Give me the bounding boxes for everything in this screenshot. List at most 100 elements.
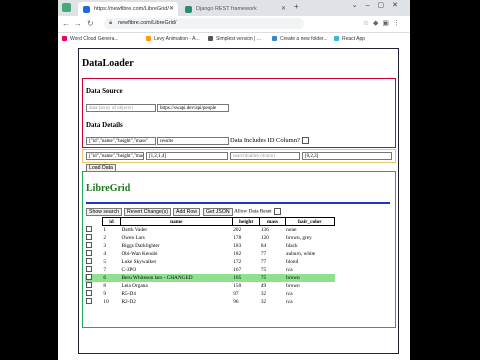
bookmark-item[interactable]: Create a new folder... bbox=[272, 33, 328, 45]
table-row[interactable]: 10 R2-D2 96 32 n/a bbox=[85, 297, 335, 306]
column-header-id[interactable]: id bbox=[101, 217, 121, 226]
cell-height[interactable]: 165 bbox=[232, 273, 260, 282]
table-row[interactable]: 1 Darth Vader 202 136 none bbox=[85, 225, 335, 234]
cell-mass[interactable]: 49 bbox=[260, 282, 285, 290]
cell-id[interactable]: 8 bbox=[102, 282, 120, 290]
cell-hair-color[interactable]: brown bbox=[285, 282, 334, 290]
allow-reset-checkbox[interactable] bbox=[273, 208, 281, 215]
window-controls[interactable]: ⌄–▢✕ bbox=[352, 1, 406, 9]
path-input[interactable]: results bbox=[157, 137, 229, 145]
cell-id[interactable]: 3 bbox=[102, 242, 120, 250]
cell-height[interactable]: 202 bbox=[232, 226, 260, 234]
options-columns-input[interactable]: ["id","name","height","mass", bbox=[86, 152, 144, 160]
cell-mass[interactable]: 32 bbox=[260, 298, 285, 306]
row-checkbox[interactable] bbox=[86, 233, 92, 240]
cell-height[interactable]: 182 bbox=[232, 250, 260, 258]
options-search-input[interactable]: search(table|column) bbox=[230, 152, 300, 160]
cell-name[interactable]: R5-D4 bbox=[120, 290, 232, 298]
cell-id[interactable]: 1 bbox=[102, 226, 120, 234]
close-tab-icon[interactable]: ✕ bbox=[169, 2, 174, 16]
cell-mass[interactable]: 32 bbox=[260, 290, 285, 298]
row-checkbox[interactable] bbox=[86, 257, 92, 264]
cell-name[interactable]: Owen Lars bbox=[120, 234, 232, 242]
table-row[interactable]: 8 Leia Organa 150 49 brown bbox=[85, 281, 335, 290]
table-row[interactable]: 4 Obi-Wan Kenobi 182 77 auburn, white bbox=[85, 249, 335, 258]
cell-mass[interactable]: 77 bbox=[260, 250, 285, 258]
row-checkbox[interactable] bbox=[86, 289, 92, 296]
table-row[interactable]: 7 C-3PO 167 75 n/a bbox=[85, 265, 335, 274]
cell-hair-color[interactable]: blond bbox=[285, 258, 334, 266]
cell-height[interactable]: 97 bbox=[232, 290, 260, 298]
new-tab-icon[interactable]: + bbox=[294, 2, 299, 11]
row-checkbox[interactable] bbox=[86, 273, 92, 280]
id-column-checkbox[interactable] bbox=[301, 137, 309, 145]
back-icon[interactable]: ← bbox=[62, 19, 70, 28]
tab-active[interactable]: https://newfibre.com/LibreGrid/ ✕ bbox=[78, 2, 178, 16]
table-row[interactable]: 5 Luke Skywalker 172 77 blond bbox=[85, 257, 335, 266]
cell-id[interactable]: 9 bbox=[102, 290, 120, 298]
cell-hair-color[interactable]: black bbox=[285, 242, 334, 250]
table-row[interactable]: 2 Owen Lars 178 120 brown, grey bbox=[85, 233, 335, 242]
cell-height[interactable]: 178 bbox=[232, 234, 260, 242]
get-json-button[interactable]: Get JSON bbox=[203, 208, 233, 216]
cell-hair-color[interactable]: none bbox=[285, 226, 334, 234]
cell-name[interactable]: Leia Organa bbox=[120, 282, 232, 290]
cell-mass[interactable]: 120 bbox=[260, 234, 285, 242]
row-checkbox[interactable] bbox=[86, 297, 92, 304]
bookmark-item[interactable]: Simplest version | ... bbox=[208, 33, 261, 45]
column-header-height[interactable]: height bbox=[231, 217, 261, 226]
address-bar[interactable]: 🔒︎ newfibre.com/LibreGrid/ bbox=[104, 18, 304, 29]
cell-mass[interactable]: 75 bbox=[260, 266, 285, 274]
extension-icons[interactable]: ☆◆▣⋮ bbox=[363, 19, 404, 27]
source-url-input[interactable]: https://swapi.dev/api/people bbox=[157, 104, 229, 112]
show-search-button[interactable]: Show search bbox=[86, 208, 122, 216]
cell-height[interactable]: 150 bbox=[232, 282, 260, 290]
column-header-hair-color[interactable]: hair_color bbox=[284, 217, 336, 226]
cell-name[interactable]: R2-D2 bbox=[120, 298, 232, 306]
cell-hair-color[interactable]: auburn, white bbox=[285, 250, 334, 258]
row-checkbox[interactable] bbox=[86, 225, 92, 232]
row-checkbox[interactable] bbox=[86, 265, 92, 272]
cell-name[interactable]: Biggs Darklighter bbox=[120, 242, 232, 250]
cell-name[interactable]: C-3PO bbox=[120, 266, 232, 274]
cell-name[interactable]: Obi-Wan Kenobi bbox=[120, 250, 232, 258]
cell-height[interactable]: 183 bbox=[232, 242, 260, 250]
row-checkbox[interactable] bbox=[86, 249, 92, 256]
table-row[interactable]: 9 R5-D4 97 32 n/a bbox=[85, 289, 335, 298]
cell-height[interactable]: 172 bbox=[232, 258, 260, 266]
cell-name[interactable]: Darth Vader bbox=[120, 226, 232, 234]
table-row[interactable]: 6 Beru Whitesun lars - CHANGED 165 75 brown bbox=[85, 273, 335, 282]
reload-icon[interactable]: ↻ bbox=[87, 19, 94, 28]
row-checkbox[interactable] bbox=[86, 241, 92, 248]
tab-inactive[interactable]: Django REST framework ✕ bbox=[180, 2, 290, 16]
cell-mass[interactable]: 77 bbox=[260, 258, 285, 266]
options-widths-input[interactable]: [1,2,1,4] bbox=[146, 152, 228, 160]
apps-icon[interactable] bbox=[62, 3, 71, 12]
row-checkbox[interactable] bbox=[86, 281, 92, 288]
columns-input[interactable]: ["id","name","height","mass" bbox=[86, 137, 156, 145]
table-row[interactable]: 3 Biggs Darklighter 183 84 black bbox=[85, 241, 335, 250]
cell-mass[interactable]: 75 bbox=[259, 273, 286, 282]
cell-hair-color[interactable]: brown, grey bbox=[285, 234, 334, 242]
column-header-mass[interactable]: mass bbox=[259, 217, 286, 226]
cell-id[interactable]: 2 bbox=[102, 234, 120, 242]
column-header-name[interactable]: name bbox=[119, 217, 233, 226]
cell-mass[interactable]: 84 bbox=[260, 242, 285, 250]
bookmark-item[interactable]: Levy Animation - A... bbox=[146, 33, 200, 45]
bookmark-item[interactable]: Word Cloud Genera... bbox=[62, 33, 119, 45]
cell-name[interactable]: Luke Skywalker bbox=[120, 258, 232, 266]
options-extra-input[interactable]: [0,2,3] bbox=[302, 152, 392, 160]
revert-changes-button[interactable]: Revert Change(s) bbox=[124, 208, 171, 216]
cell-hair-color[interactable]: n/a bbox=[285, 266, 334, 274]
cell-id[interactable]: 7 bbox=[102, 266, 120, 274]
cell-height[interactable]: 167 bbox=[232, 266, 260, 274]
cell-name[interactable]: Beru Whitesun lars - CHANGED bbox=[120, 273, 233, 282]
cell-hair-color[interactable]: n/a bbox=[285, 298, 334, 306]
cell-mass[interactable]: 136 bbox=[260, 226, 285, 234]
cell-hair-color[interactable]: brown bbox=[285, 273, 335, 282]
source-data-input[interactable]: data (array of objects) bbox=[86, 104, 156, 112]
bookmark-item[interactable]: React App bbox=[334, 33, 365, 45]
forward-icon[interactable]: → bbox=[74, 19, 82, 28]
cell-id[interactable]: 5 bbox=[102, 258, 120, 266]
cell-id[interactable]: 4 bbox=[102, 250, 120, 258]
